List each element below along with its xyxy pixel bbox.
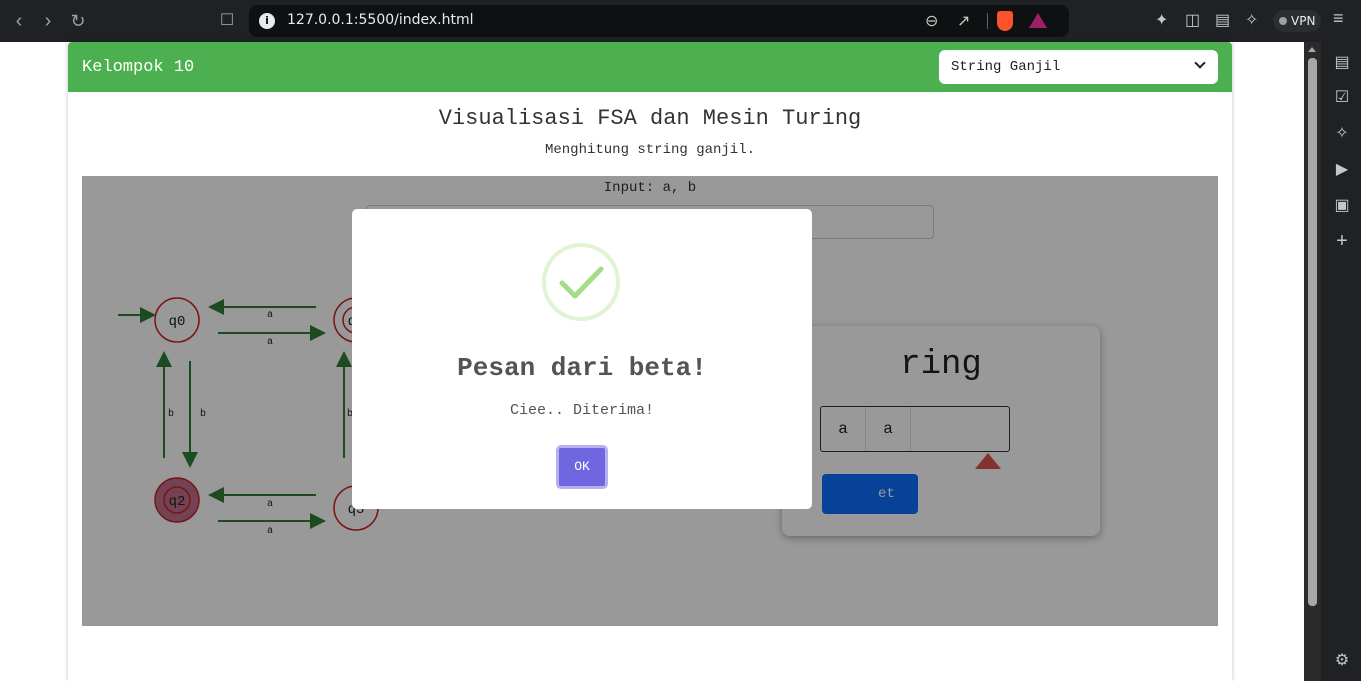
address-bar[interactable]: i 127.0.0.1:5500/index.html ⊖ ↗ [249,5,1069,37]
reading-list-icon[interactable]: ▤ [1333,54,1351,72]
scrollbar-thumb[interactable] [1308,58,1317,606]
dialog-message: Ciee.. Diterima! [509,402,655,419]
brave-shields-icon[interactable] [997,11,1013,31]
wallet-icon[interactable]: ▤ [1215,10,1230,30]
vpn-status-icon [1279,17,1287,25]
success-ring [542,243,620,321]
bookmarks-icon[interactable]: ☑ [1333,89,1351,107]
divider [987,13,988,29]
browser-sidebar: ▤ ☑ ✧ ▶ ▣ + ⚙ [1321,42,1361,681]
reload-icon[interactable]: ↻ [65,8,91,34]
brave-rewards-icon[interactable] [1029,13,1047,28]
site-info-icon[interactable]: i [259,13,275,29]
check-icon [559,266,604,299]
back-icon[interactable]: ‹ [6,8,32,34]
scroll-up-icon[interactable] [1308,47,1316,52]
browser-toolbar: ‹ › ↻ ☐ i 127.0.0.1:5500/index.html ⊖ ↗ … [0,0,1361,42]
page-title: Visualisasi FSA dan Mesin Turing [438,106,862,131]
chevron-down-icon [1194,57,1206,69]
add-icon[interactable]: + [1333,231,1351,251]
dialog-title: Pesan dari beta! [457,353,707,383]
vpn-button[interactable]: VPN [1273,10,1322,32]
forward-icon[interactable]: › [35,8,61,34]
wallet-sidebar-icon[interactable]: ▣ [1333,197,1351,215]
share-icon[interactable]: ↗ [957,11,970,31]
leo-icon[interactable]: ✧ [1333,125,1351,143]
settings-icon[interactable]: ⚙ [1333,652,1351,670]
playlist-icon[interactable]: ▶ [1333,161,1351,179]
zoom-icon[interactable]: ⊖ [925,11,945,31]
url-text[interactable]: 127.0.0.1:5500/index.html [287,12,474,28]
page-subtitle: Menghitung string ganjil. [544,142,756,158]
bookmark-icon[interactable]: ☐ [214,8,240,34]
mode-select[interactable]: String Ganjil [939,50,1218,84]
page-scrollbar[interactable] [1304,42,1321,681]
sidebar-toggle-icon[interactable]: ◫ [1185,10,1200,30]
vpn-label: VPN [1291,14,1316,28]
app-header: Kelompok 10 String Ganjil [68,42,1232,92]
extensions-icon[interactable]: ✦ [1155,10,1168,30]
leo-ai-icon[interactable]: ✧ [1245,10,1258,30]
brand-title: Kelompok 10 [82,58,195,77]
mode-select-value: String Ganjil [951,59,1061,75]
ok-button[interactable]: OK [556,445,608,489]
menu-icon[interactable]: ≡ [1333,8,1344,29]
alert-dialog: Pesan dari beta! Ciee.. Diterima! OK [352,209,812,509]
